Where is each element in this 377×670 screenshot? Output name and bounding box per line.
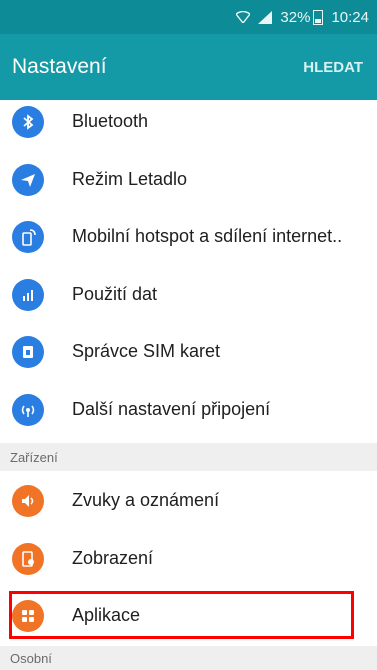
settings-item-hotspot[interactable]: Mobilní hotspot a sdílení internet..	[0, 208, 377, 265]
settings-item-display[interactable]: Zobrazení	[0, 530, 377, 587]
bluetooth-icon	[12, 105, 44, 138]
settings-item-label: Správce SIM karet	[72, 341, 221, 361]
more-connections-icon	[12, 393, 44, 426]
settings-item-label: Aplikace	[72, 605, 141, 625]
signal-icon	[258, 10, 273, 24]
settings-item-label: Bluetooth	[72, 111, 149, 131]
display-icon	[12, 542, 44, 575]
settings-item-data-usage[interactable]: Použití dat	[0, 266, 377, 323]
settings-item-sim-manager[interactable]: Správce SIM karet	[0, 323, 377, 380]
settings-item-label: Použití dat	[72, 284, 158, 304]
page-title: Nastavení	[12, 55, 107, 78]
settings-item-label: Zobrazení	[72, 548, 154, 568]
data-usage-icon	[12, 278, 44, 311]
settings-item-airplane-mode[interactable]: Režim Letadlo	[0, 151, 377, 208]
section-header-device: Zařízení	[0, 443, 377, 471]
settings-item-more-connections[interactable]: Další nastavení připojení	[0, 381, 377, 438]
clock: 10:24	[331, 8, 369, 26]
search-button[interactable]: HLEDAT	[303, 59, 363, 76]
battery-percent: 32%	[280, 8, 311, 26]
hotspot-icon	[12, 220, 44, 253]
status-bar: 32% 10:24	[0, 0, 377, 34]
settings-item-sounds[interactable]: Zvuky a oznámení	[0, 472, 377, 529]
apps-icon	[12, 599, 44, 632]
settings-item-bluetooth[interactable]: Bluetooth	[0, 93, 377, 150]
app-bar: Nastavení HLEDAT	[0, 34, 377, 100]
settings-item-applications[interactable]: Aplikace	[0, 587, 377, 644]
sound-icon	[12, 484, 44, 517]
settings-item-label: Režim Letadlo	[72, 169, 188, 189]
wifi-icon	[236, 11, 251, 23]
settings-item-label: Další nastavení připojení	[72, 399, 271, 419]
settings-item-label: Zvuky a oznámení	[72, 490, 220, 510]
battery-icon	[313, 9, 324, 25]
sim-card-icon	[12, 335, 44, 368]
section-header-personal: Osobní	[0, 646, 377, 670]
airplane-icon	[12, 163, 44, 196]
settings-item-label: Mobilní hotspot a sdílení internet..	[72, 226, 343, 246]
